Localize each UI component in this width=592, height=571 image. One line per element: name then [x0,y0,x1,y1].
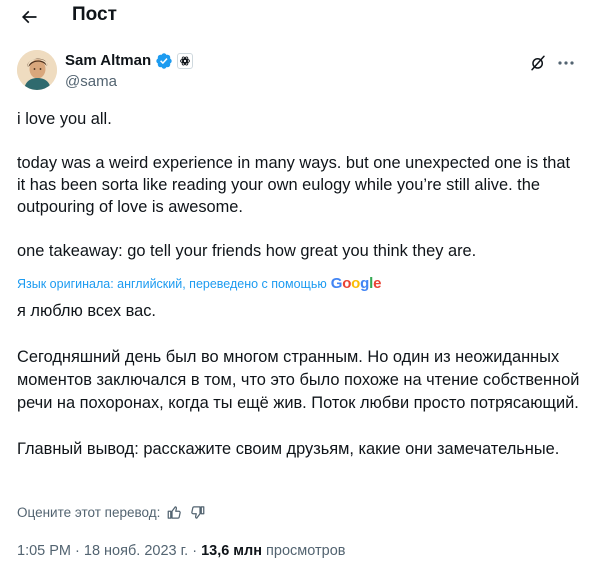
arrow-left-icon [21,10,37,24]
translated-text: я люблю всех вас. Сегодняшний день был в… [17,300,582,461]
translated-paragraph: Главный вывод: расскажите своим друзьям,… [17,440,560,458]
thumbs-down-button[interactable] [188,503,206,521]
author-row: Sam Altman @sama [17,50,577,98]
thumbs-up-button[interactable] [165,503,183,521]
avatar-image [17,50,57,90]
grok-button[interactable] [528,53,548,73]
post-time[interactable]: 1:05 PM [17,543,71,559]
translated-paragraph: Сегодняшний день был во многом странным.… [17,348,580,412]
page-title: Пост [72,4,117,25]
translation-note-text: Язык оригинала: английский, переведено с… [17,277,327,291]
rate-translation-label: Оцените этот перевод: [17,504,161,520]
rate-translation-row: Оцените этот перевод: [17,503,206,521]
thumbs-up-icon [167,505,181,519]
verified-badge-icon[interactable] [155,52,173,70]
tweet-paragraph: i love you all. [17,110,112,128]
tweet-text: i love you all. today was a weird experi… [17,108,582,262]
avatar[interactable] [17,50,57,90]
google-logo: Google [330,275,382,292]
back-button[interactable] [14,2,44,32]
name-row: Sam Altman [65,51,194,71]
more-options-button[interactable] [555,53,577,73]
views-count: 13,6 млн [201,543,263,559]
openai-affiliate-icon[interactable] [177,53,194,69]
post-meta: 1:05 PM · 18 нояб. 2023 г. · 13,6 млн пр… [17,541,345,561]
translation-note[interactable]: Язык оригинала: английский, переведено с… [17,276,381,292]
meta-separator: · [71,543,84,559]
tweet-paragraph: today was a weird experience in many way… [17,154,571,216]
grok-icon [531,55,545,71]
display-name[interactable]: Sam Altman [65,51,151,71]
meta-separator: · [188,543,202,559]
tweet-paragraph: one takeaway: go tell your friends how g… [17,242,477,260]
post-date[interactable]: 18 нояб. 2023 г. [84,543,188,559]
user-handle[interactable]: @sama [65,73,117,91]
thumbs-down-icon [191,505,205,519]
views-label: просмотров [262,543,346,559]
post-header: Пост [0,0,592,34]
more-dots-icon [558,61,574,65]
translated-paragraph: я люблю всех вас. [17,302,156,320]
